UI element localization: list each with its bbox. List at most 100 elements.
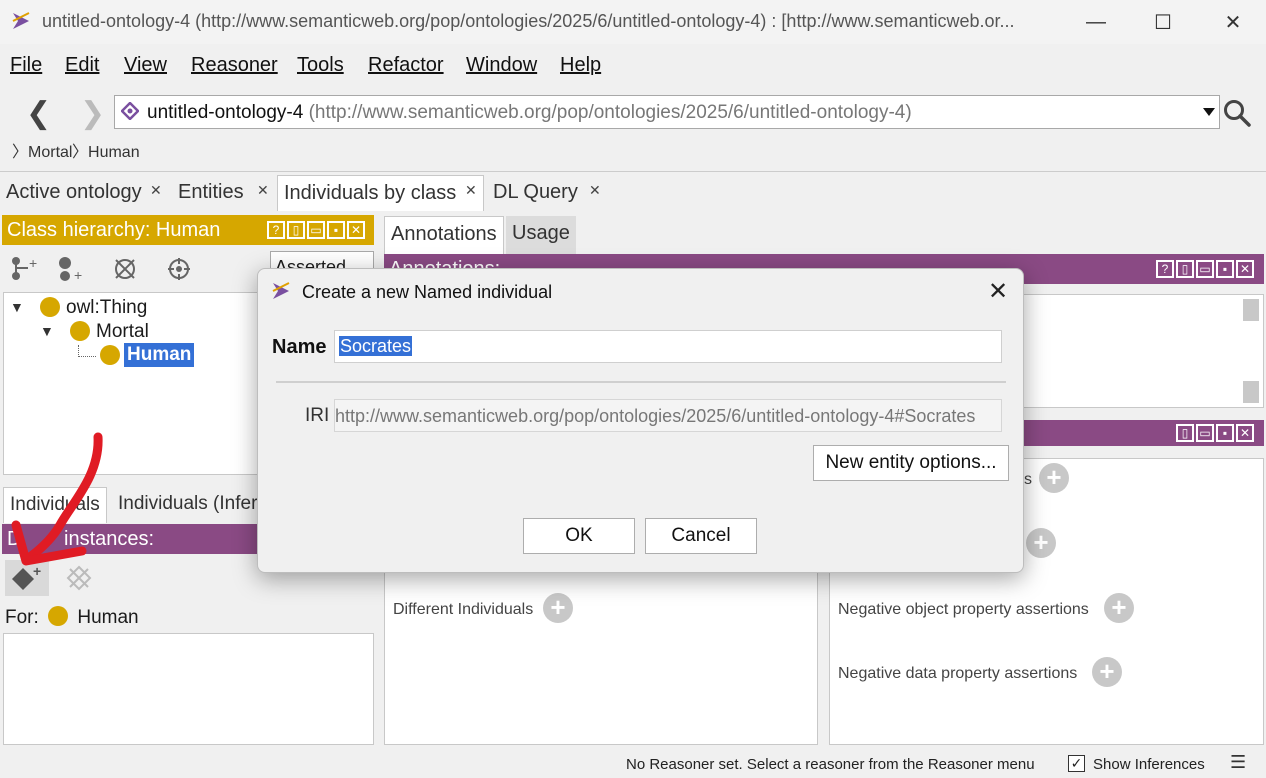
add-object-property-icon[interactable]: + xyxy=(1039,463,1069,493)
delete-class-icon[interactable] xyxy=(112,256,138,288)
panel-controls: ▯ ▭ ▪ ✕ xyxy=(1176,424,1254,442)
svg-text:+: + xyxy=(29,256,37,271)
scrollbar-thumb[interactable] xyxy=(1243,381,1259,403)
class-circle-icon xyxy=(48,606,69,626)
maximize-panel-icon[interactable]: ▪ xyxy=(1216,260,1234,278)
dialog-title: Create a new Named individual xyxy=(302,282,553,302)
close-tab-icon[interactable]: ✕ xyxy=(465,182,477,199)
breadcrumb-human[interactable]: 〉Human xyxy=(72,138,140,162)
negative-object-property-label: Negative object property assertions xyxy=(838,601,1089,618)
tab-usage[interactable]: Usage xyxy=(506,216,576,254)
target-icon[interactable] xyxy=(166,256,192,288)
menu-view[interactable]: View xyxy=(124,54,167,77)
close-icon[interactable]: ✕ xyxy=(988,277,1008,306)
add-data-property-icon[interactable]: + xyxy=(1026,528,1056,558)
ok-button[interactable]: OK xyxy=(523,518,635,554)
add-sibling-class-icon[interactable]: + xyxy=(55,256,85,288)
back-arrow-icon[interactable]: ❮ xyxy=(26,96,51,131)
expand-triangle-icon[interactable]: ▼ xyxy=(40,323,54,339)
help-icon[interactable]: ? xyxy=(267,221,285,239)
menu-view-label: View xyxy=(124,54,167,76)
menu-reasoner-label: Reasoner xyxy=(191,54,278,76)
breadcrumb-mortal-label: Mortal xyxy=(28,144,73,161)
show-inferences-checkbox[interactable]: ✓ xyxy=(1068,755,1085,772)
tab-individuals-by-class-label: Individuals by class xyxy=(284,182,457,204)
add-subclass-icon[interactable]: + xyxy=(10,255,40,288)
menu-window[interactable]: Window xyxy=(466,54,537,77)
panel-controls: ? ▯ ▭ ▪ ✕ xyxy=(267,221,365,239)
protege-logo-icon xyxy=(10,10,32,32)
ontology-iri: (http://www.semanticweb.org/pop/ontologi… xyxy=(308,102,912,123)
class-circle-icon xyxy=(40,297,60,317)
scrollbar-thumb[interactable] xyxy=(1243,299,1259,321)
close-panel-icon[interactable]: ✕ xyxy=(1236,260,1254,278)
list-icon[interactable]: ☰ xyxy=(1230,752,1246,773)
help-icon[interactable]: ? xyxy=(1156,260,1174,278)
ontology-name: untitled-ontology-4 xyxy=(147,102,304,123)
dropdown-arrow-icon[interactable] xyxy=(1203,108,1215,116)
tab-annotations[interactable]: Annotations xyxy=(384,216,504,254)
split-icon[interactable]: ▯ xyxy=(1176,260,1194,278)
for-class-name[interactable]: Human xyxy=(77,607,138,628)
maximize-panel-icon[interactable]: ▪ xyxy=(1216,424,1234,442)
menu-refactor[interactable]: Refactor xyxy=(368,54,444,77)
name-input-selected-text: Socrates xyxy=(339,336,413,356)
menu-tools-label: Tools xyxy=(297,54,344,76)
menu-edit[interactable]: Edit xyxy=(65,54,99,77)
add-negative-data-property-icon[interactable]: + xyxy=(1092,657,1122,687)
reasoner-status: No Reasoner set. Select a reasoner from … xyxy=(626,756,1035,773)
iri-field[interactable]: http://www.semanticweb.org/pop/ontologie… xyxy=(334,399,1002,432)
protege-logo-icon xyxy=(270,280,292,302)
name-input[interactable]: Socrates xyxy=(334,330,1002,363)
minimize-panel-icon[interactable]: ▭ xyxy=(1196,260,1214,278)
negative-data-property-label: Negative data property assertions xyxy=(838,665,1078,682)
object-property-assertions-label: s xyxy=(1024,471,1032,488)
minimize-panel-icon[interactable]: ▭ xyxy=(307,221,325,239)
ontology-name-line: untitled-ontology-4 (http://www.semantic… xyxy=(147,102,912,124)
close-panel-icon[interactable]: ✕ xyxy=(347,221,365,239)
add-different-individual-icon[interactable]: + xyxy=(543,593,573,623)
close-tab-icon[interactable]: ✕ xyxy=(150,182,162,199)
show-inferences-label: Show Inferences xyxy=(1093,756,1205,773)
minimize-button[interactable]: — xyxy=(1073,6,1119,38)
menu-help-label: Help xyxy=(560,54,602,76)
tab-active-ontology[interactable]: Active ontology xyxy=(0,175,148,211)
close-tab-icon[interactable]: ✕ xyxy=(589,182,601,199)
tree-connector xyxy=(78,345,96,357)
tab-individuals-by-class[interactable]: Individuals by class xyxy=(277,175,484,211)
maximize-panel-icon[interactable]: ▪ xyxy=(327,221,345,239)
breadcrumb-mortal[interactable]: 〉Mortal xyxy=(12,138,72,162)
menu-file[interactable]: File xyxy=(10,54,42,77)
maximize-button[interactable]: ☐ xyxy=(1140,6,1186,38)
iri-value: http://www.semanticweb.org/pop/ontologie… xyxy=(335,406,976,426)
tab-individuals-inferred[interactable]: Individuals (Infer xyxy=(112,487,260,523)
tab-dl-query[interactable]: DL Query xyxy=(487,175,584,211)
for-label: For: xyxy=(5,607,39,628)
menu-reasoner[interactable]: Reasoner xyxy=(191,54,278,77)
forward-arrow-icon[interactable]: ❯ xyxy=(80,96,105,131)
new-entity-options-button[interactable]: New entity options... xyxy=(813,445,1009,481)
tree-node-human[interactable]: Human xyxy=(124,343,195,367)
menu-tools[interactable]: Tools xyxy=(297,54,344,77)
split-icon[interactable]: ▯ xyxy=(1176,424,1194,442)
menu-bar xyxy=(0,44,1266,88)
tree-node-owl-thing[interactable]: owl:Thing xyxy=(66,297,147,319)
menu-edit-label: Edit xyxy=(65,54,100,76)
cancel-button[interactable]: Cancel xyxy=(645,518,757,554)
expand-triangle-icon[interactable]: ▼ xyxy=(10,299,24,315)
tab-entities[interactable]: Entities xyxy=(172,175,250,211)
tree-node-mortal[interactable]: Mortal xyxy=(96,321,149,343)
close-tab-icon[interactable]: ✕ xyxy=(257,182,269,199)
status-bar: No Reasoner set. Select a reasoner from … xyxy=(0,750,1266,778)
title-bar: untitled-ontology-4 (http://www.semantic… xyxy=(0,0,1266,44)
add-negative-object-property-icon[interactable]: + xyxy=(1104,593,1134,623)
close-window-button[interactable]: ✕ xyxy=(1210,6,1256,38)
search-icon[interactable] xyxy=(1222,98,1252,134)
close-panel-icon[interactable]: ✕ xyxy=(1236,424,1254,442)
minimize-panel-icon[interactable]: ▭ xyxy=(1196,424,1214,442)
different-individuals-label: Different Individuals xyxy=(393,601,534,618)
ontology-selector[interactable]: untitled-ontology-4 (http://www.semantic… xyxy=(114,95,1220,129)
split-icon[interactable]: ▯ xyxy=(287,221,305,239)
class-hierarchy-title: Class hierarchy: Human xyxy=(7,219,221,241)
menu-help[interactable]: Help xyxy=(560,54,601,77)
